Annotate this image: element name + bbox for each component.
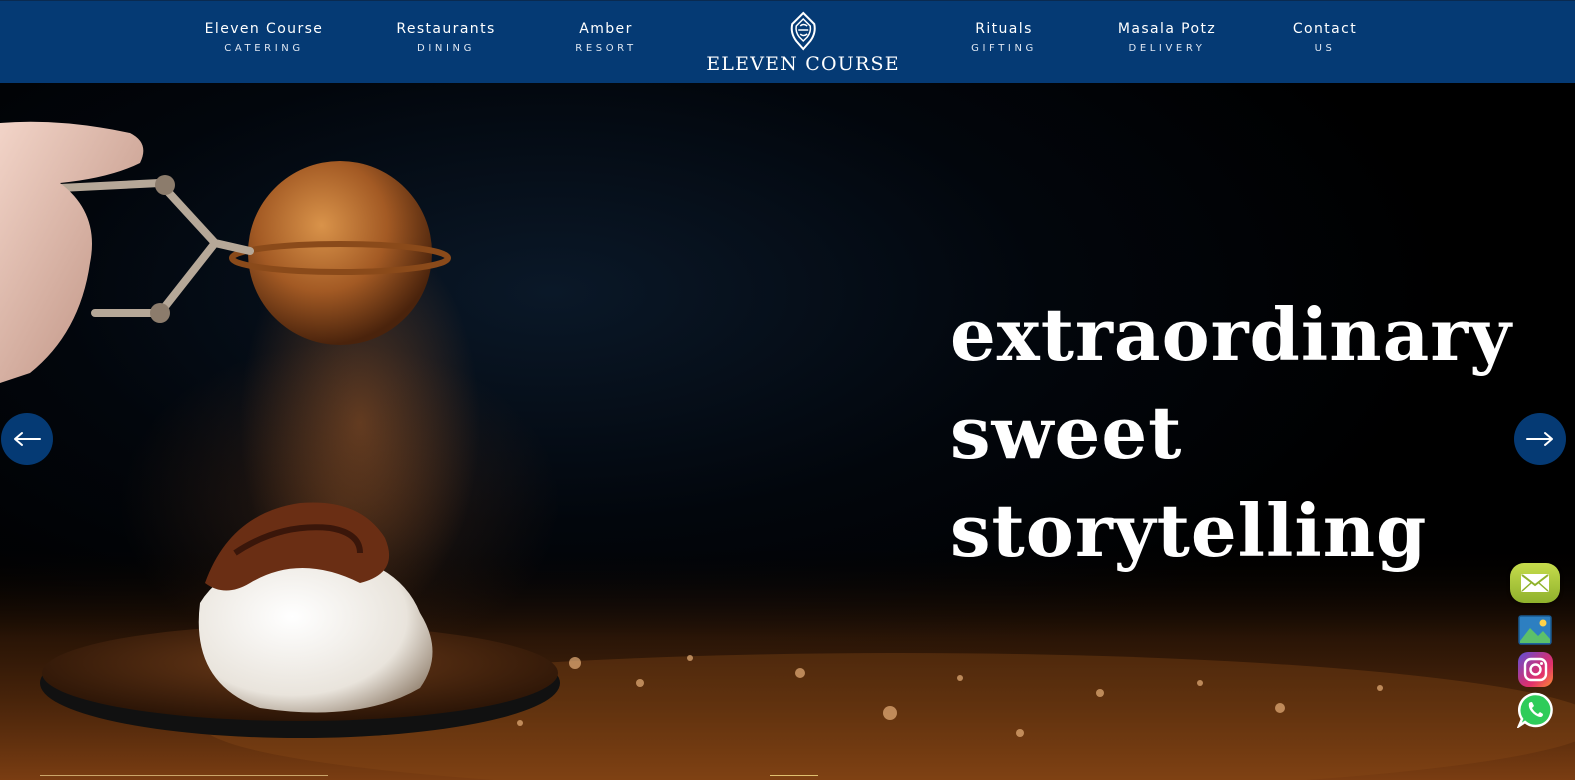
nav-subtitle: US [1314,43,1336,54]
nav-title: Eleven Course [204,21,324,37]
nav-rituals-gifting[interactable]: Rituals GIFTING [971,21,1037,54]
slider-next-button[interactable] [1514,413,1566,465]
nav-title: Restaurants [396,21,496,37]
nav-subtitle: CATERING [224,43,304,54]
nav-restaurants-dining[interactable]: Restaurants DINING [396,21,495,54]
gallery-button[interactable] [1518,615,1552,645]
logo-emblem-icon [790,11,816,51]
nav-title: Amber [579,21,633,37]
nav-amber-resort[interactable]: Amber RESORT [575,21,636,54]
arrow-left-icon [14,432,41,446]
gallery-icon [1518,615,1552,645]
whatsapp-icon [1517,692,1553,728]
slider-progress-track [40,775,328,776]
slider-prev-button[interactable] [1,413,53,465]
nav-subtitle: DINING [417,43,475,54]
email-button[interactable] [1510,563,1560,603]
logo-text: ELEVEN COURSE [706,53,900,75]
hero-heading-line: extraordinary [950,292,1512,377]
email-icon [1521,574,1549,592]
instagram-icon [1523,657,1548,682]
nav-subtitle: RESORT [575,43,637,54]
nav-contact-us[interactable]: Contact US [1293,21,1357,54]
nav-subtitle: DELIVERY [1128,43,1206,54]
site-header: Eleven Course CATERING Restaurants DININ… [0,0,1575,83]
nav-title: Masala Potz [1117,21,1217,37]
nav-subtitle: GIFTING [971,43,1037,54]
instagram-button[interactable] [1518,652,1553,687]
nav-title: Rituals [975,21,1033,37]
hero-slider: extraordinary sweet storytelling [0,83,1575,780]
whatsapp-button[interactable] [1517,692,1553,728]
site-logo[interactable]: ELEVEN COURSE [706,11,900,75]
slider-progress-indicator [770,775,818,776]
nav-masala-potz-delivery[interactable]: Masala Potz DELIVERY [1118,21,1216,54]
hero-heading-line: storytelling [950,488,1428,573]
arrow-right-icon [1526,432,1553,446]
nav-eleven-course-catering[interactable]: Eleven Course CATERING [205,21,324,54]
nav-title: Contact [1292,21,1358,37]
hero-heading: extraordinary sweet storytelling [950,286,1512,580]
hero-heading-line: sweet [950,390,1183,475]
